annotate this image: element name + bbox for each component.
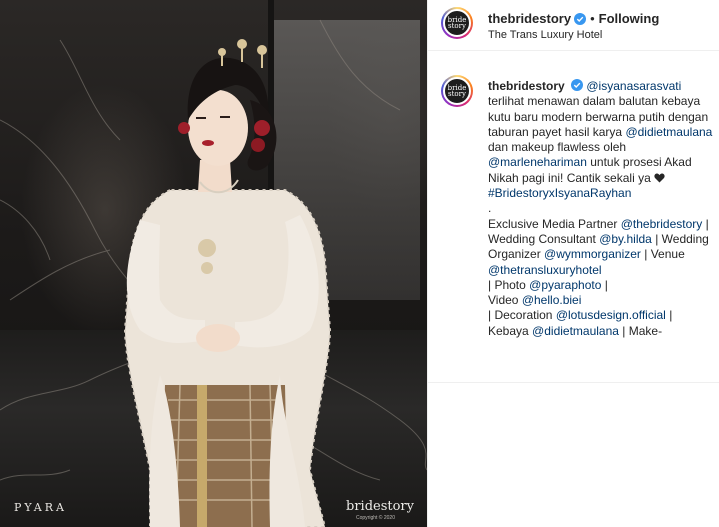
header-username-link[interactable]: thebridestory	[488, 11, 571, 26]
mention-link[interactable]: @isyanasarasvati	[586, 79, 681, 93]
bride-figure	[123, 39, 332, 527]
avatar-logo-bottom: story	[448, 22, 466, 30]
mention-link[interactable]: @pyaraphoto	[529, 278, 601, 292]
caption-text: | Make-	[622, 323, 663, 338]
mention-link[interactable]: @wymmorganizer	[544, 247, 641, 261]
caption-text: |	[669, 308, 673, 323]
caption-divider	[428, 382, 719, 383]
copyright-watermark: Copyright © 2020	[356, 515, 395, 521]
caption-text: Kebaya	[488, 323, 529, 338]
mention-link[interactable]: @by.hilda	[599, 232, 652, 246]
caption-author-link[interactable]: thebridestory	[488, 79, 565, 93]
mention-link[interactable]: @didietmaulana	[625, 125, 712, 139]
caption-avatar[interactable]: bride story	[441, 75, 473, 107]
avatar-image: bride story	[443, 9, 471, 37]
caption-text: | Decoration	[488, 308, 553, 323]
mention-link[interactable]: @hello.biei	[522, 293, 582, 307]
caption-avatar-logo-bottom: story	[448, 90, 466, 98]
caption-text: |	[604, 277, 608, 292]
mention-link[interactable]: @thetransluxuryhotel	[488, 263, 602, 277]
caption-text: dan makeup flawless oleh	[488, 140, 627, 155]
caption-text: | Photo	[488, 277, 526, 292]
post-side-panel: bride story thebridestory • Following Th…	[427, 0, 719, 527]
avatar-logo: bride story	[448, 17, 467, 30]
header-user-row: thebridestory • Following	[488, 11, 659, 26]
caption-scroll-area[interactable]: bride story thebridestory @isyanasarasva…	[428, 72, 719, 382]
brand-watermark: bridestory	[346, 499, 414, 514]
caption-text: | Venue	[644, 247, 685, 262]
post-photo[interactable]: PYARA bridestory Copyright © 2020	[0, 0, 427, 527]
mention-link[interactable]: @thebridestory	[621, 217, 703, 231]
mention-link[interactable]: @lotusdesign.official	[556, 308, 666, 322]
mention-link[interactable]: @marlenehariman	[488, 155, 587, 169]
post-caption: thebridestory @isyanasarasvati terlihat …	[488, 79, 714, 339]
verified-badge-icon	[571, 79, 584, 91]
following-button[interactable]: Following	[599, 11, 660, 26]
hashtag-link[interactable]: #BridestoryxIsyanaRayhan	[488, 186, 631, 200]
caption-text: Video	[488, 293, 519, 308]
caption-period: .	[488, 201, 492, 216]
avatar[interactable]: bride story	[441, 7, 473, 39]
verified-badge-icon	[574, 12, 587, 25]
location-link[interactable]: The Trans Luxury Hotel	[488, 29, 602, 41]
caption-avatar-image: bride story	[443, 77, 471, 105]
caption-text: Exclusive Media Partner	[488, 216, 618, 231]
header-separator: •	[590, 11, 595, 26]
caption-avatar-logo: bride story	[448, 85, 467, 98]
post-header: bride story thebridestory • Following Th…	[428, 0, 719, 51]
mention-link[interactable]: @didietmaulana	[532, 324, 619, 338]
black-heart-icon	[654, 173, 665, 183]
photographer-watermark: PYARA	[14, 501, 67, 514]
